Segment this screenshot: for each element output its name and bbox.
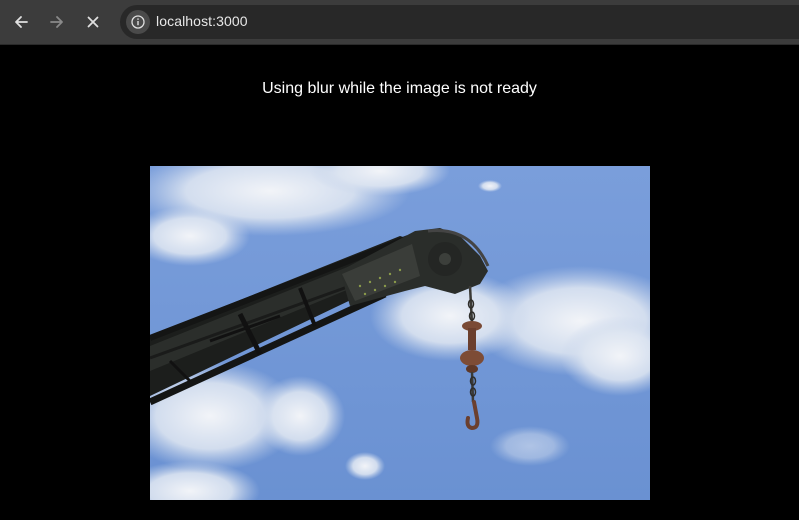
arrow-right-icon — [50, 16, 63, 28]
close-icon — [87, 16, 99, 28]
url-text[interactable]: localhost:3000 — [156, 13, 248, 29]
info-icon[interactable] — [126, 10, 150, 34]
arrow-left-icon — [15, 16, 28, 28]
back-button[interactable] — [9, 10, 33, 34]
forward-button[interactable] — [45, 10, 69, 34]
stop-button[interactable] — [81, 10, 105, 34]
browser-toolbar: localhost:3000 — [0, 0, 799, 45]
address-bar[interactable]: localhost:3000 — [120, 5, 799, 39]
page-heading: Using blur while the image is not ready — [262, 80, 537, 97]
page-content: Using blur while the image is not ready — [0, 45, 799, 520]
crane-photo — [150, 166, 650, 500]
